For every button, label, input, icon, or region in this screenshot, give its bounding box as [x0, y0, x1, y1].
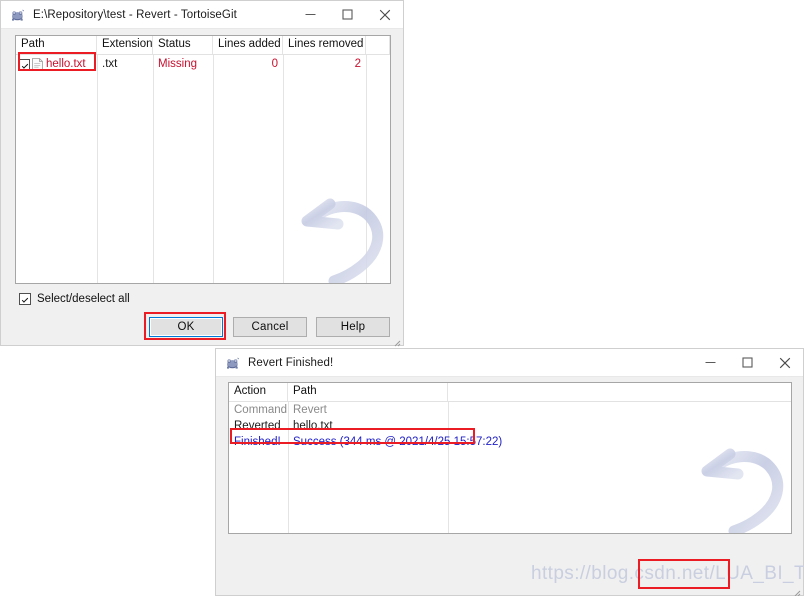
log-action-cell: Finished!	[234, 436, 281, 448]
row-path-label: hello.txt	[46, 58, 86, 70]
column-divider	[213, 36, 214, 283]
column-header-blank[interactable]	[448, 383, 791, 401]
table-row[interactable]: hello.txt .txt Missing 0 2	[16, 55, 390, 73]
revert-file-list-body: hello.txt .txt Missing 0 2	[16, 55, 390, 73]
cancel-button[interactable]: Cancel	[233, 317, 307, 337]
column-header-path[interactable]: Path	[16, 36, 97, 54]
column-header-blank[interactable]	[366, 36, 390, 54]
row-lines-added-cell: 0	[271, 58, 278, 70]
finished-log-list-header: Action Path	[229, 383, 791, 402]
minimize-button[interactable]	[292, 1, 329, 28]
row-lines-removed-cell: 2	[354, 58, 361, 70]
select-deselect-all-row[interactable]: Select/deselect all	[19, 293, 130, 305]
screenshot-root: E:\Repository\test - Revert - TortoiseGi…	[0, 0, 804, 596]
row-checkbox[interactable]	[19, 58, 30, 70]
ok-button[interactable]: OK	[149, 317, 223, 337]
column-header-status[interactable]: Status	[153, 36, 213, 54]
column-header-extension[interactable]: Extension	[97, 36, 153, 54]
select-deselect-all-label: Select/deselect all	[37, 293, 130, 305]
column-divider	[366, 36, 367, 283]
minimize-button[interactable]	[692, 349, 729, 376]
list-item[interactable]: Finished! Success (344 ms @ 2021/4/25 15…	[229, 434, 791, 450]
row-status-cell: Missing	[158, 58, 197, 70]
resize-gripper[interactable]	[792, 584, 801, 596]
close-button[interactable]	[766, 349, 803, 376]
finished-dialog-titlebar: Revert Finished!	[216, 349, 803, 377]
log-path-cell: Revert	[293, 404, 327, 416]
column-divider	[283, 36, 284, 283]
log-action-cell: Command	[234, 404, 288, 416]
finished-dialog-title: Revert Finished!	[248, 356, 334, 369]
revert-file-list-header: Path Extension Status Lines added Lines …	[16, 36, 390, 55]
select-deselect-all-checkbox[interactable]	[19, 293, 31, 305]
help-button[interactable]: Help	[316, 317, 390, 337]
column-header-lines-added[interactable]: Lines added	[213, 36, 283, 54]
column-header-action[interactable]: Action	[229, 383, 288, 401]
log-path-cell: hello.txt	[293, 420, 333, 432]
row-extension-cell: .txt	[102, 58, 118, 70]
row-path-cell[interactable]: hello.txt	[16, 56, 97, 72]
revert-dialog-titlebar: E:\Repository\test - Revert - TortoiseGi…	[1, 1, 403, 29]
list-item[interactable]: Command Revert	[229, 402, 791, 418]
maximize-button[interactable]	[329, 1, 366, 28]
undo-arrow-watermark	[294, 191, 390, 283]
resize-gripper[interactable]	[392, 334, 401, 347]
finished-log-list[interactable]: Action Path Command Revert Reverted hell…	[228, 382, 792, 534]
list-item[interactable]: Reverted hello.txt	[229, 418, 791, 434]
revert-file-list[interactable]: Path Extension Status Lines added Lines …	[15, 35, 391, 284]
log-action-cell: Reverted	[234, 420, 281, 432]
undo-arrow-watermark	[694, 441, 791, 533]
revert-dialog-title: E:\Repository\test - Revert - TortoiseGi…	[33, 8, 237, 21]
column-header-path[interactable]: Path	[288, 383, 448, 401]
url-watermark: https://blog.csdn.net/LUA_BI_TONG	[531, 563, 804, 584]
revert-dialog-window: E:\Repository\test - Revert - TortoiseGi…	[0, 0, 404, 347]
close-button[interactable]	[366, 1, 403, 28]
text-file-icon	[32, 57, 43, 71]
column-divider	[97, 36, 98, 283]
tortoisegit-icon	[225, 355, 241, 371]
column-divider	[153, 36, 154, 283]
column-header-lines-removed[interactable]: Lines removed	[283, 36, 366, 54]
maximize-button[interactable]	[729, 349, 766, 376]
revert-finished-dialog-window: Revert Finished! Action Path Command Rev…	[215, 348, 804, 596]
log-path-cell: Success (344 ms @ 2021/4/25 15:57:22)	[293, 436, 503, 448]
finished-log-list-body: Command Revert Reverted hello.txt Finish…	[229, 402, 791, 450]
tortoisegit-icon	[10, 7, 26, 23]
